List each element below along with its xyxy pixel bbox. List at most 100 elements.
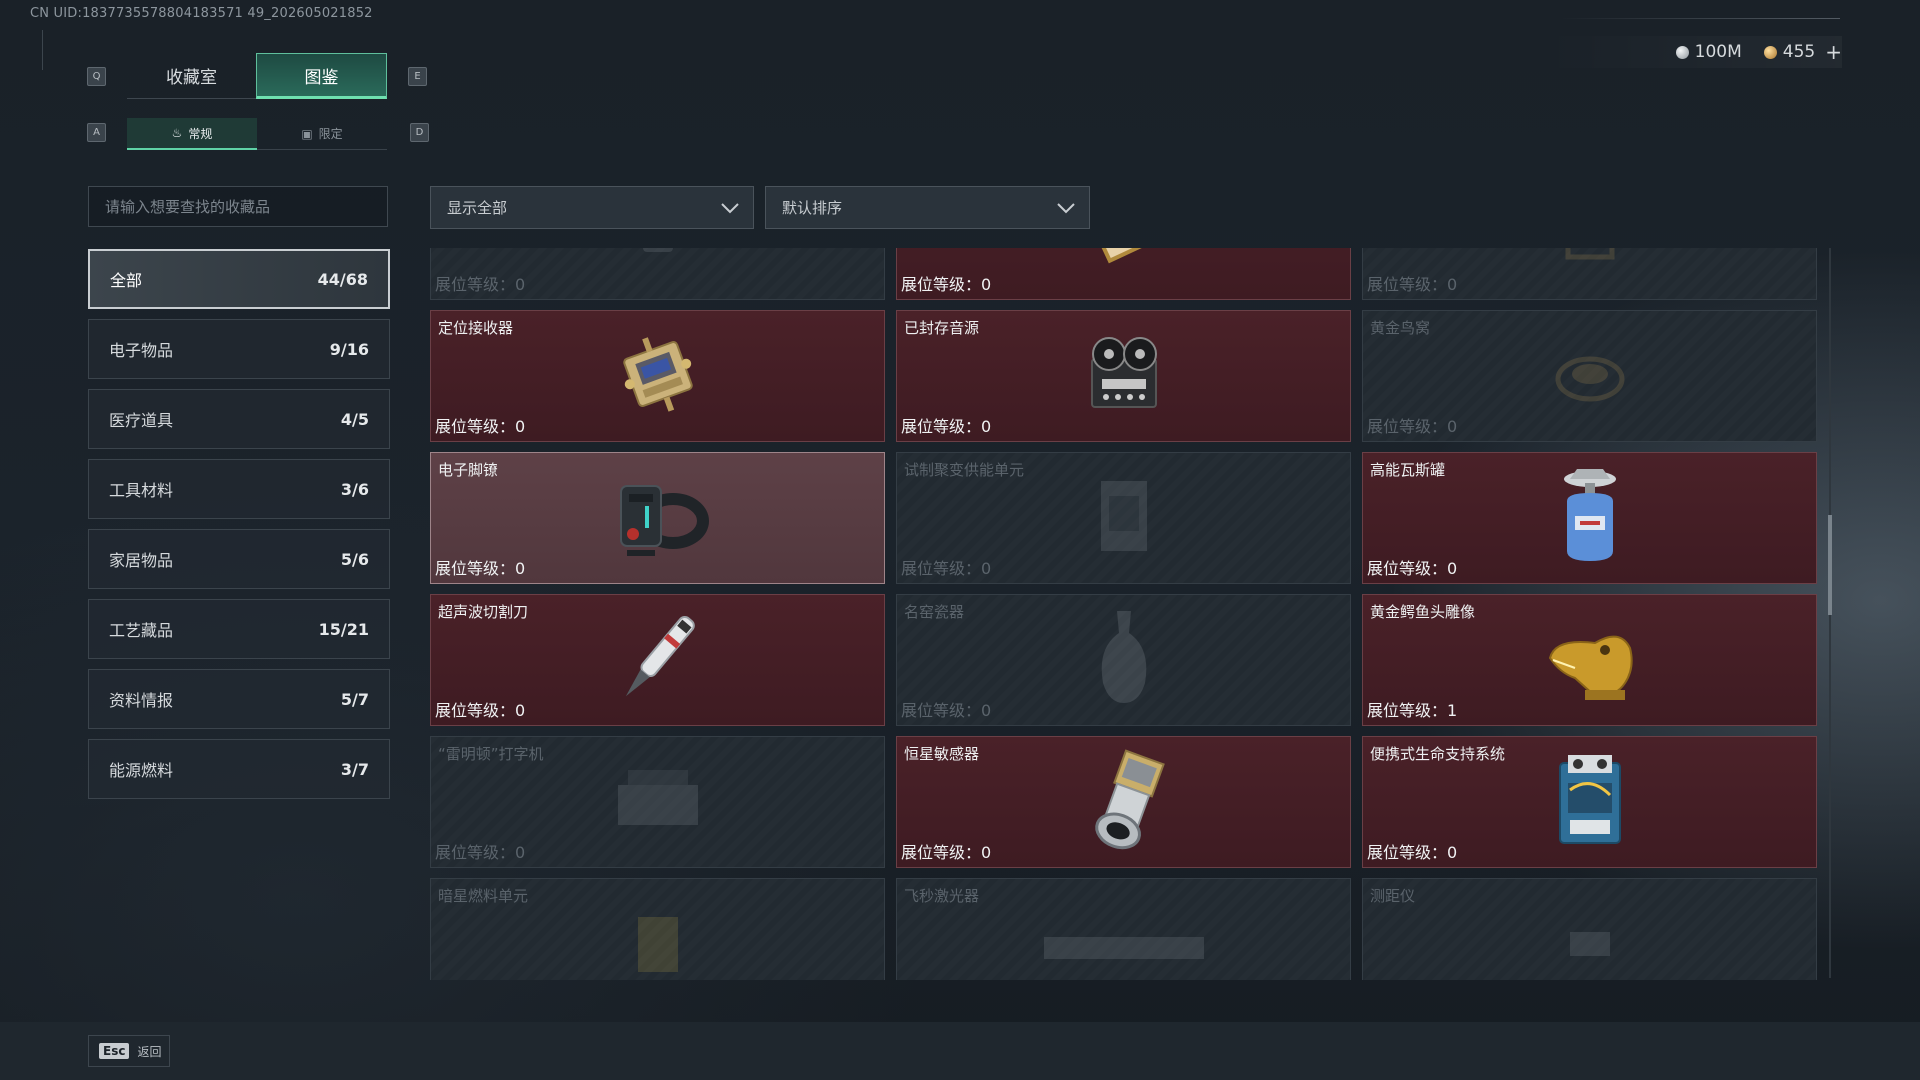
reel-recorder-icon	[1074, 324, 1174, 428]
collectible-name: 便携式生命支持系统	[1370, 745, 1506, 763]
collectible-name: 已封存音源	[904, 319, 980, 337]
collectible-name: 黄金鳄鱼头雕像	[1370, 603, 1476, 621]
collectible-level: 展位等级：0	[1367, 843, 1458, 862]
collectible-card[interactable]: 已封存音源展位等级：0	[896, 310, 1351, 442]
collectible-level: 展位等级：0	[901, 417, 992, 436]
category-label: 家居物品	[109, 551, 174, 570]
collectible-card[interactable]: 暗星燃料单元	[430, 878, 885, 980]
collectible-card[interactable]: 展位等级：0	[430, 248, 885, 300]
collectible-card[interactable]: 高能瓦斯罐展位等级：0	[1362, 452, 1817, 584]
collectible-card[interactable]: 飞秒激光器	[896, 878, 1351, 980]
category-energy[interactable]: 能源燃料 3/7	[88, 739, 390, 799]
subtab-limited[interactable]: ▣ 限定	[257, 118, 387, 150]
tab-collection-room[interactable]: 收藏室	[127, 53, 256, 99]
key-a-hint[interactable]: A	[87, 123, 106, 142]
collectible-card[interactable]: 定位接收器 展位等级：0	[430, 310, 885, 442]
add-currency-button[interactable]: +	[1825, 40, 1842, 64]
key-e-hint[interactable]: E	[408, 67, 427, 86]
golden-nest-icon	[1545, 334, 1635, 418]
ultrasonic-knife-icon	[608, 603, 708, 717]
collectible-level: 展位等级：1	[1367, 701, 1458, 720]
painting-icon	[1084, 248, 1164, 271]
collectible-card[interactable]: 名窑瓷器展位等级：0	[896, 594, 1351, 726]
scrollbar-thumb[interactable]	[1828, 515, 1832, 615]
rangefinder-icon	[1550, 912, 1630, 976]
silver-amount: 100M	[1694, 42, 1742, 62]
gold-crocodile-icon	[1535, 608, 1645, 712]
bottom-bar	[0, 1022, 1920, 1080]
collectible-level: 展位等级：0	[1367, 559, 1458, 578]
collectible-level: 展位等级：0	[901, 275, 992, 294]
category-electronics[interactable]: 电子物品 9/16	[88, 319, 390, 379]
gold-amount: 455	[1782, 42, 1816, 62]
fusion-cell-icon	[1079, 466, 1169, 570]
star-sensor-icon	[1074, 745, 1174, 859]
category-label: 工艺藏品	[109, 621, 174, 640]
esc-key-icon: Esc	[99, 1043, 130, 1059]
collectible-name: 恒星敏感器	[904, 745, 980, 763]
category-count: 5/7	[340, 689, 369, 709]
top-divider	[1560, 18, 1840, 19]
category-crafts[interactable]: 工艺藏品 15/21	[88, 599, 390, 659]
laser-icon	[1024, 912, 1224, 976]
collectible-level: 展位等级：0	[435, 559, 526, 578]
collectible-card[interactable]: 超声波切割刀 展位等级：0	[430, 594, 885, 726]
category-label: 资料情报	[109, 691, 174, 710]
collectible-card[interactable]: 展位等级：0	[896, 248, 1351, 300]
category-count: 4/5	[340, 409, 369, 429]
category-intel[interactable]: 资料情报 5/7	[88, 669, 390, 729]
sort-value: 默认排序	[782, 199, 843, 217]
ankle-monitor-icon	[603, 466, 713, 570]
uid-label: CN UID:1837735578804183571 49_2026050218…	[30, 6, 373, 21]
collectible-card[interactable]: 恒星敏感器展位等级：0	[896, 736, 1351, 868]
collectible-name: 名窑瓷器	[904, 603, 965, 621]
search-input[interactable]	[89, 187, 387, 226]
key-q-hint[interactable]: Q	[87, 67, 106, 86]
item-grid-viewport: 展位等级：0 展位等级：0 展位等级：0 定位接收器 展位等级：0 已封存音源 展位等级：0…	[430, 248, 1820, 980]
collectible-card[interactable]: 测距仪	[1362, 878, 1817, 980]
collectible-name: 高能瓦斯罐	[1370, 461, 1446, 479]
collectible-level: 展位等级：0	[901, 843, 992, 862]
key-d-hint[interactable]: D	[410, 123, 429, 142]
collectible-level: 展位等级：0	[435, 417, 526, 436]
collectible-card[interactable]: “雷明顿”打字机 展位等级：0	[430, 736, 885, 868]
collectible-name: 试制聚变供能单元	[904, 461, 1025, 479]
tab-codex[interactable]: 图鉴	[256, 53, 387, 99]
currency-silver: 100M	[1675, 42, 1742, 62]
subtab-regular[interactable]: ♨ 常规	[127, 118, 257, 150]
sub-tabs: ♨ 常规 ▣ 限定	[127, 118, 387, 150]
display-filter-dropdown[interactable]: 显示全部	[430, 186, 754, 229]
collectible-card[interactable]: 展位等级：0	[1362, 248, 1817, 300]
currency-gold: 455 +	[1763, 40, 1842, 64]
image-icon: ▣	[301, 126, 313, 141]
category-label: 电子物品	[109, 341, 174, 360]
category-count: 9/16	[329, 339, 369, 359]
category-all[interactable]: 全部 44/68	[88, 249, 390, 309]
category-medical[interactable]: 医疗道具 4/5	[88, 389, 390, 449]
life-support-icon	[1540, 745, 1640, 859]
collectible-card[interactable]: 黄金鳄鱼头雕像 展位等级：1	[1362, 594, 1817, 726]
collectible-card[interactable]: 便携式生命支持系统 展位等级：0	[1362, 736, 1817, 868]
collectible-card[interactable]: 黄金鸟窝 展位等级：0	[1362, 310, 1817, 442]
category-household[interactable]: 家居物品 5/6	[88, 529, 390, 589]
category-label: 工具材料	[109, 481, 174, 500]
fuel-cell-icon	[613, 902, 703, 980]
back-button[interactable]: Esc 返回	[88, 1035, 170, 1067]
back-label: 返回	[137, 1044, 162, 1059]
collectible-card[interactable]: 试制聚变供能单元 展位等级：0	[896, 452, 1351, 584]
collectible-name: 超声波切割刀	[438, 603, 529, 621]
chevron-down-icon	[721, 202, 739, 213]
category-count: 3/7	[340, 759, 369, 779]
category-tools[interactable]: 工具材料 3/6	[88, 459, 390, 519]
chevron-down-icon	[1057, 202, 1075, 213]
sort-dropdown[interactable]: 默认排序	[765, 186, 1090, 229]
vase-icon	[1089, 603, 1159, 717]
collectible-name: 暗星燃料单元	[438, 887, 529, 905]
collectible-level: 展位等级：0	[901, 701, 992, 720]
gold-coin-icon	[1763, 45, 1777, 59]
gps-receiver-icon	[608, 324, 708, 428]
category-label: 全部	[110, 271, 143, 290]
collectible-name: 黄金鸟窝	[1370, 319, 1431, 337]
collectible-card[interactable]: 电子脚镣 展位等级：0	[430, 452, 885, 584]
silver-coin-icon	[1675, 45, 1689, 59]
